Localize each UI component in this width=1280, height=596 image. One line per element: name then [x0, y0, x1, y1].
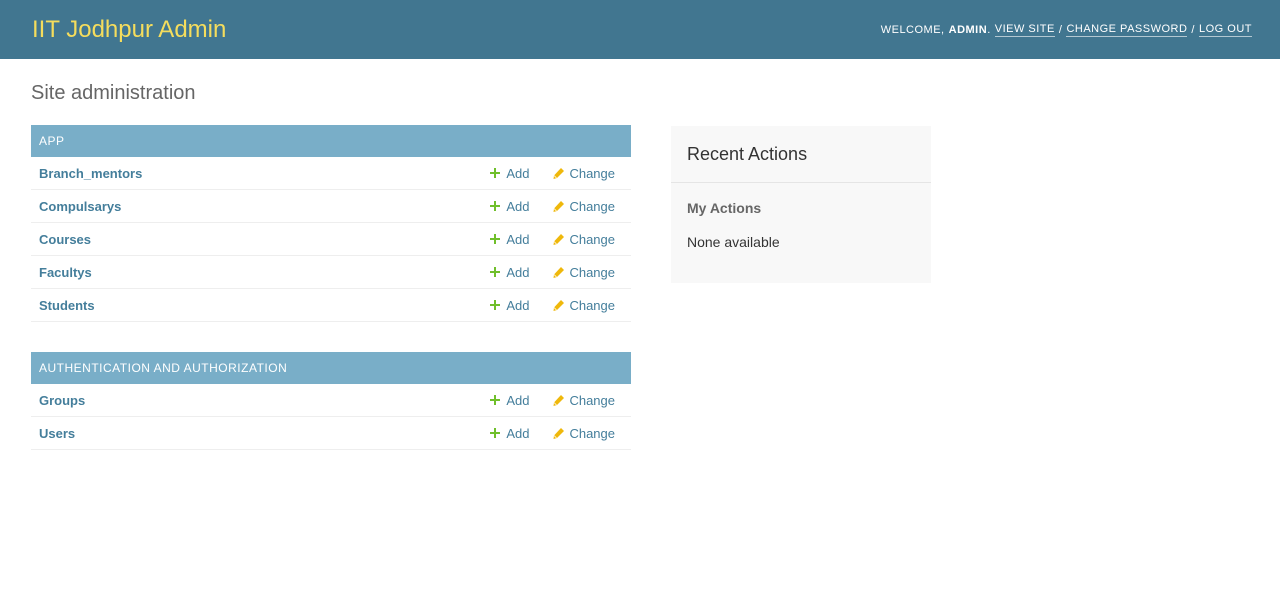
- user-tools: Welcome, admin. View site / Change passw…: [880, 22, 1252, 37]
- model-link-branch-mentors[interactable]: Branch_mentors: [39, 166, 490, 181]
- plus-icon: [490, 428, 501, 438]
- add-button[interactable]: Add: [490, 232, 529, 247]
- header: IIT Jodhpur Admin Welcome, admin. View s…: [0, 0, 1280, 59]
- change-label: Change: [569, 231, 615, 247]
- module-auth: Authentication and Authorization Groups …: [31, 352, 631, 450]
- pencil-icon: [553, 427, 565, 439]
- add-button[interactable]: Add: [490, 265, 529, 280]
- pencil-icon: [553, 299, 565, 311]
- add-label: Add: [506, 165, 530, 181]
- add-label: Add: [506, 264, 530, 280]
- content: Site administration App Branch_mentors A…: [0, 81, 1280, 450]
- change-label: Change: [569, 198, 615, 214]
- plus-icon: [490, 234, 501, 244]
- change-button[interactable]: Change: [553, 232, 615, 247]
- table-row: Courses Add Change: [31, 223, 631, 256]
- separator: /: [1058, 23, 1063, 36]
- pencil-icon: [553, 394, 565, 406]
- change-button[interactable]: Change: [553, 265, 615, 280]
- add-label: Add: [506, 425, 530, 441]
- model-link-students[interactable]: Students: [39, 298, 490, 313]
- recent-actions-panel: Recent Actions My Actions None available: [671, 126, 931, 283]
- recent-actions-title: Recent Actions: [671, 126, 931, 183]
- model-link-users[interactable]: Users: [39, 426, 490, 441]
- log-out-link[interactable]: Log out: [1198, 23, 1252, 37]
- separator: /: [1191, 23, 1195, 36]
- add-label: Add: [506, 198, 530, 214]
- change-label: Change: [569, 392, 615, 408]
- module-app: App Branch_mentors Add Change Compulsary…: [31, 125, 631, 322]
- module-caption[interactable]: App: [31, 125, 631, 157]
- change-label: Change: [569, 165, 615, 181]
- plus-icon: [490, 267, 501, 277]
- table-row: Users Add Change: [31, 417, 631, 450]
- plus-icon: [490, 300, 501, 310]
- pencil-icon: [553, 266, 565, 278]
- plus-icon: [490, 395, 501, 405]
- username: admin: [948, 23, 988, 36]
- pencil-icon: [553, 200, 565, 212]
- change-password-link[interactable]: Change password: [1066, 23, 1188, 37]
- site-branding[interactable]: IIT Jodhpur Admin: [32, 16, 226, 44]
- add-button[interactable]: Add: [490, 298, 529, 313]
- welcome-text: Welcome,: [880, 23, 945, 36]
- page-title: Site administration: [31, 82, 196, 104]
- add-label: Add: [506, 392, 530, 408]
- change-button[interactable]: Change: [553, 298, 615, 313]
- table-row: Groups Add Change: [31, 384, 631, 417]
- add-button[interactable]: Add: [490, 166, 529, 181]
- table-row: Facultys Add Change: [31, 256, 631, 289]
- plus-icon: [490, 201, 501, 211]
- model-link-groups[interactable]: Groups: [39, 393, 490, 408]
- change-button[interactable]: Change: [553, 199, 615, 214]
- change-button[interactable]: Change: [553, 393, 615, 408]
- view-site-link[interactable]: View site: [994, 23, 1055, 37]
- model-link-courses[interactable]: Courses: [39, 232, 490, 247]
- pencil-icon: [553, 233, 565, 245]
- add-button[interactable]: Add: [490, 393, 529, 408]
- add-label: Add: [506, 297, 530, 313]
- change-label: Change: [569, 297, 615, 313]
- my-actions-heading: My Actions: [687, 200, 762, 216]
- table-row: Compulsarys Add Change: [31, 190, 631, 223]
- table-row: Branch_mentors Add Change: [31, 157, 631, 190]
- model-link-facultys[interactable]: Facultys: [39, 265, 490, 280]
- empty-state-text: None available: [687, 234, 780, 250]
- add-button[interactable]: Add: [490, 199, 529, 214]
- change-button[interactable]: Change: [553, 426, 615, 441]
- change-label: Change: [569, 425, 615, 441]
- add-button[interactable]: Add: [490, 426, 529, 441]
- pencil-icon: [553, 167, 565, 179]
- add-label: Add: [506, 231, 530, 247]
- change-button[interactable]: Change: [553, 166, 615, 181]
- model-link-compulsarys[interactable]: Compulsarys: [39, 199, 490, 214]
- table-row: Students Add Change: [31, 289, 631, 322]
- change-label: Change: [569, 264, 615, 280]
- module-caption[interactable]: Authentication and Authorization: [31, 352, 631, 384]
- plus-icon: [490, 168, 501, 178]
